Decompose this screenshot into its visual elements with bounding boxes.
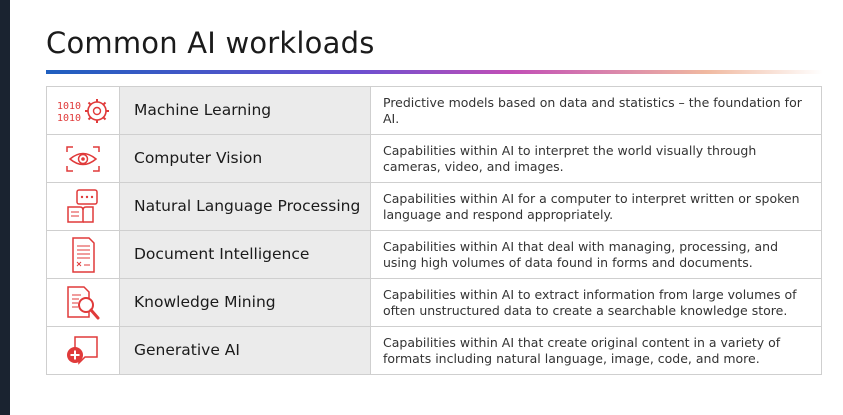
- workload-description: Capabilities within AI that deal with ma…: [370, 230, 822, 279]
- workload-name: Document Intelligence: [119, 230, 371, 279]
- left-edge: [0, 0, 10, 415]
- workload-name: Natural Language Processing: [119, 182, 371, 231]
- generative-ai-icon: [47, 333, 119, 369]
- table-row: Generative AI Capabilities within AI tha…: [46, 326, 822, 375]
- workloads-table: 1010 1010 Machine Learning Predictive mo…: [46, 86, 822, 375]
- computer-vision-icon: [47, 143, 119, 175]
- slide: Common AI workloads 1010 1010 Machine Le…: [10, 0, 843, 415]
- machine-learning-icon: 1010 1010: [47, 94, 119, 128]
- title-underline: [46, 70, 823, 74]
- workload-description: Capabilities within AI for a computer to…: [370, 182, 822, 231]
- workload-description: Capabilities within AI to extract inform…: [370, 278, 822, 327]
- icon-cell: [46, 326, 120, 375]
- knowledge-mining-icon: [47, 283, 119, 323]
- page-title: Common AI workloads: [46, 26, 375, 60]
- workload-name: Knowledge Mining: [119, 278, 371, 327]
- icon-cell: [46, 182, 120, 231]
- table-row: Natural Language Processing Capabilities…: [46, 182, 822, 231]
- document-intelligence-icon: [47, 235, 119, 275]
- table-row: Knowledge Mining Capabilities within AI …: [46, 278, 822, 327]
- icon-cell: [46, 278, 120, 327]
- icon-cell: [46, 230, 120, 279]
- table-row: Computer Vision Capabilities within AI t…: [46, 134, 822, 183]
- workload-description: Predictive models based on data and stat…: [370, 86, 822, 135]
- table-row: 1010 1010 Machine Learning Predictive mo…: [46, 86, 822, 135]
- svg-text:1010: 1010: [57, 113, 81, 124]
- icon-cell: 1010 1010: [46, 86, 120, 135]
- workload-name: Generative AI: [119, 326, 371, 375]
- workload-description: Capabilities within AI that create origi…: [370, 326, 822, 375]
- table-row: Document Intelligence Capabilities withi…: [46, 230, 822, 279]
- workload-description: Capabilities within AI to interpret the …: [370, 134, 822, 183]
- svg-text:1010: 1010: [57, 101, 81, 112]
- icon-cell: [46, 134, 120, 183]
- workload-name: Computer Vision: [119, 134, 371, 183]
- workload-name: Machine Learning: [119, 86, 371, 135]
- natural-language-icon: [47, 187, 119, 227]
